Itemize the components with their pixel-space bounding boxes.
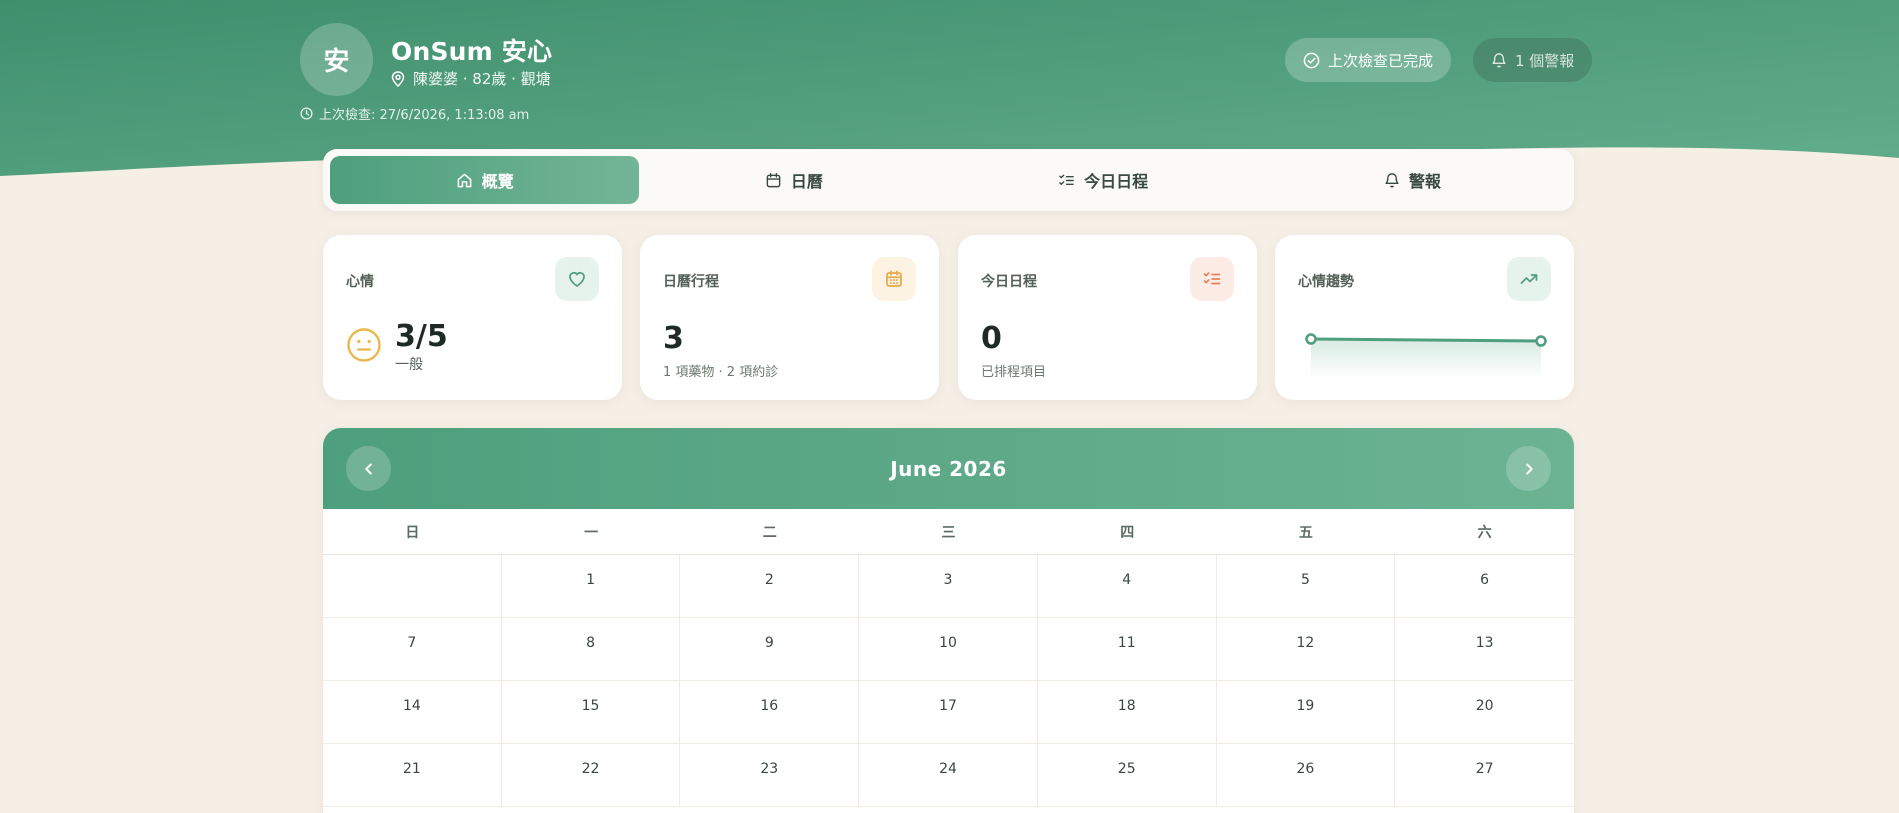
checklist-icon (1059, 174, 1074, 185)
trending-up-icon (1507, 257, 1551, 301)
calendar-day[interactable]: 12 (1216, 618, 1396, 681)
calendar-day[interactable]: 15 (501, 681, 681, 744)
calendar-day[interactable]: 26 (1216, 744, 1396, 807)
calendar-month-title: June 2026 (890, 456, 1007, 481)
trend-area (1311, 339, 1541, 379)
calendar-icon (766, 172, 781, 187)
calendar-day[interactable]: 7 (323, 618, 502, 681)
profile-subtitle: 陳婆婆 · 82歲 · 觀塘 (413, 70, 551, 88)
main-tabs: 概覽 日曆 今日日程 警報 (323, 149, 1574, 211)
today-schedule-count: 0 (981, 321, 1002, 356)
weekday-label: 四 (1120, 524, 1135, 541)
last-check-text: 上次檢查: 27/6/2026, 1:13:08 am (319, 108, 530, 123)
mood-card-label: 心情 (346, 274, 374, 290)
weekday-label: 二 (762, 524, 777, 541)
calendar-day[interactable]: 27 (1395, 744, 1574, 807)
avatar: 安 (300, 23, 373, 96)
calendar-day[interactable]: 16 (680, 681, 860, 744)
calendar-day[interactable]: 6 (1395, 555, 1574, 618)
weekday-label: 三 (941, 524, 956, 541)
calendar-day[interactable]: 25 (1037, 744, 1217, 807)
calendar-header: June 2026 (323, 428, 1574, 509)
weekday-label: 六 (1477, 524, 1492, 541)
prev-month-button[interactable] (346, 446, 391, 491)
chevron-left-icon (364, 463, 372, 474)
check-circle-icon (1303, 52, 1320, 68)
calendar-card-label: 日曆行程 (663, 274, 719, 290)
calendar-events-desc: 1 項藥物 · 2 項約診 (663, 365, 779, 380)
bell-icon (1492, 52, 1506, 67)
calendar-day[interactable]: 9 (680, 618, 860, 681)
today-card-label: 今日日程 (981, 274, 1037, 290)
calendar-events-card[interactable]: 日曆行程 3 1 項藥物 · 2 項約診 (640, 235, 939, 400)
calendar-day[interactable]: 2 (680, 555, 860, 618)
next-month-button[interactable] (1506, 446, 1551, 491)
calendar-day-empty (323, 555, 502, 618)
calendar-days-grid: 1 2 3 4 5 6 7 8 9 10 11 12 13 14 15 16 17 18 19 20 21 22 23 24 2… (323, 555, 1574, 807)
checklist-icon (1190, 257, 1234, 301)
calendar-day[interactable]: 24 (859, 744, 1038, 807)
calendar-day[interactable]: 3 (859, 555, 1038, 618)
calendar-day[interactable]: 13 (1395, 618, 1574, 681)
calendar-day[interactable]: 18 (1037, 681, 1217, 744)
calendar-day[interactable]: 10 (859, 618, 1038, 681)
neutral-face-icon (347, 328, 381, 362)
calendar-day[interactable]: 21 (323, 744, 502, 807)
month-calendar: June 2026 日 一 二 三 四 五 六 1 2 3 4 5 6 7 8 9 10 11 12 1… (323, 428, 1574, 813)
trend-point (1535, 335, 1547, 347)
check-complete-label: 上次檢查已完成 (1328, 51, 1434, 70)
mood-trend-chart (1305, 333, 1547, 379)
home-icon (457, 173, 472, 187)
location-pin-icon (391, 70, 405, 87)
chevron-right-icon (1525, 463, 1533, 474)
weekday-label: 五 (1298, 524, 1313, 541)
mood-trend-card[interactable]: 心情趨勢 (1275, 235, 1574, 400)
mood-value: 3/5 (395, 319, 448, 354)
calendar-day[interactable]: 17 (859, 681, 1038, 744)
tab-today-label: 今日日程 (1084, 172, 1149, 191)
tab-overview[interactable]: 概覽 (330, 156, 640, 204)
calendar-day[interactable]: 22 (501, 744, 681, 807)
alerts-label: 1 個警報 (1515, 51, 1575, 70)
calendar-icon (872, 257, 916, 301)
tab-alerts[interactable]: 警報 (1258, 156, 1567, 204)
weekday-header: 日 一 二 三 四 五 六 (323, 509, 1574, 555)
tab-today-schedule[interactable]: 今日日程 (949, 156, 1258, 204)
weekday-label: 日 (405, 524, 420, 541)
mood-card[interactable]: 心情 3/5 一般 (323, 235, 622, 400)
calendar-day[interactable]: 4 (1037, 555, 1217, 618)
profile-info: 陳婆婆 · 82歲 · 觀塘 (391, 68, 551, 89)
calendar-day[interactable]: 19 (1216, 681, 1396, 744)
trend-card-label: 心情趨勢 (1298, 274, 1354, 290)
calendar-day[interactable]: 1 (501, 555, 681, 618)
calendar-day[interactable]: 8 (501, 618, 681, 681)
calendar-day[interactable]: 14 (323, 681, 502, 744)
calendar-day[interactable]: 11 (1037, 618, 1217, 681)
tab-calendar[interactable]: 日曆 (639, 156, 948, 204)
tab-overview-label: 概覽 (481, 172, 514, 191)
clock-icon (300, 107, 313, 120)
trend-line (1309, 337, 1543, 343)
tab-alerts-label: 警報 (1408, 172, 1441, 191)
calendar-day[interactable]: 5 (1216, 555, 1396, 618)
trend-point (1305, 333, 1317, 345)
today-schedule-desc: 已排程項目 (981, 365, 1047, 380)
last-check-time: 上次檢查: 27/6/2026, 1:13:08 am (300, 104, 529, 123)
today-schedule-card[interactable]: 今日日程 0 已排程項目 (958, 235, 1257, 400)
weekday-label: 一 (584, 524, 599, 541)
mood-description: 一般 (395, 357, 423, 373)
heart-icon (555, 257, 599, 301)
tab-calendar-label: 日曆 (790, 172, 823, 191)
alerts-button[interactable]: 1 個警報 (1473, 38, 1593, 82)
check-complete-button[interactable]: 上次檢查已完成 (1285, 38, 1452, 82)
calendar-events-count: 3 (663, 321, 684, 356)
app-title: OnSum 安心 (391, 37, 553, 66)
calendar-day[interactable]: 23 (680, 744, 860, 807)
calendar-day[interactable]: 20 (1395, 681, 1574, 744)
bell-icon (1385, 172, 1399, 187)
